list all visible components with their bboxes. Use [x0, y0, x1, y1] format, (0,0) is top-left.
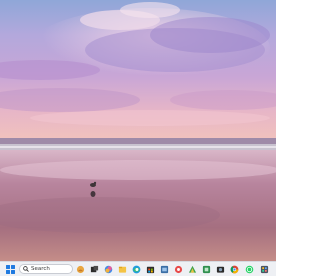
taskbar: Search [0, 261, 276, 276]
file-explorer-icon[interactable] [118, 265, 127, 274]
photos-icon[interactable] [174, 265, 183, 274]
wallpaper [0, 0, 276, 261]
camera-app-icon[interactable] [216, 265, 225, 274]
whatsapp-icon[interactable] [245, 265, 254, 274]
search-placeholder: Search [31, 266, 50, 272]
desktop: Search [0, 0, 276, 276]
maps-icon[interactable] [202, 265, 211, 274]
start-icon[interactable] [6, 265, 15, 274]
copilot-icon[interactable] [104, 265, 113, 274]
terminal-icon[interactable] [160, 265, 169, 274]
store-icon[interactable] [146, 265, 155, 274]
edge-icon[interactable] [132, 265, 141, 274]
office-icon[interactable] [260, 265, 269, 274]
chrome-icon[interactable] [230, 265, 239, 274]
search-input[interactable]: Search [19, 264, 73, 274]
red-app-icon[interactable] [188, 265, 197, 274]
task-view-icon[interactable] [90, 265, 99, 274]
search-icon [23, 266, 29, 272]
widget-icon[interactable] [76, 265, 85, 274]
